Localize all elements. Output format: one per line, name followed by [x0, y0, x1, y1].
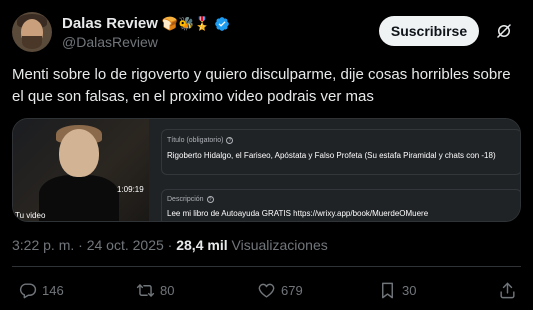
author-names: Dalas Review 🍞🐝🎖️ @DalasReview	[62, 14, 230, 50]
avatar[interactable]	[12, 12, 52, 52]
tweet-meta: 3:22 p. m. · 24 oct. 2025 · 28,4 mil Vis…	[12, 237, 328, 253]
video-details-panel: Título (obligatorio)? Rigoberto Hidalgo,…	[149, 119, 520, 221]
help-icon: ?	[226, 137, 234, 144]
like-count: 679	[281, 283, 303, 298]
tweet-date[interactable]: 24 oct. 2025	[87, 237, 164, 253]
author-handle[interactable]: @DalasReview	[62, 34, 230, 50]
share-button[interactable]	[498, 281, 517, 300]
title-field-label: Título (obligatorio)?	[167, 137, 234, 144]
bookmark-icon	[382, 282, 393, 299]
tweet-header: Dalas Review 🍞🐝🎖️ @DalasReview Suscribir…	[12, 12, 521, 54]
help-icon: ?	[206, 196, 214, 203]
reply-count: 146	[42, 283, 64, 298]
repost-button[interactable]: 80	[136, 281, 174, 300]
tweet-text: Menti sobre lo de rigoverto y quiero dis…	[12, 66, 511, 105]
views-count: 28,4 mil	[176, 237, 228, 253]
bookmark-count: 30	[402, 283, 417, 298]
description-field-value: Lee mi libro de Autoayuda GRATIS https:/…	[167, 209, 429, 218]
bookmark-button[interactable]: 30	[378, 281, 416, 300]
author-emojis: 🍞🐝🎖️	[161, 16, 211, 31]
views-label: Visualizaciones	[227, 237, 328, 253]
repost-count: 80	[160, 283, 175, 298]
share-icon	[500, 282, 515, 299]
action-bar: 146 80 679 30	[0, 279, 533, 303]
media-attachment[interactable]: 1:09:19 Tu video Título (obligatorio)? R…	[12, 118, 521, 222]
meta-separator: ·	[163, 237, 177, 253]
reply-icon	[19, 283, 37, 299]
grok-icon[interactable]	[495, 22, 513, 40]
tweet-time[interactable]: 3:22 p. m.	[12, 237, 74, 253]
divider	[12, 266, 521, 267]
like-button[interactable]: 679	[257, 281, 303, 300]
description-field-label: Descripción?	[167, 196, 214, 203]
meta-separator: ·	[74, 237, 87, 253]
video-thumbnail[interactable]: 1:09:19 Tu video	[13, 119, 149, 221]
reply-button[interactable]: 146	[18, 281, 64, 300]
verified-badge-icon	[215, 16, 230, 31]
thumbnail-label: Tu video	[15, 211, 46, 220]
author-display-name[interactable]: Dalas Review	[62, 15, 158, 32]
title-field-value: Rigoberto Hidalgo, el Fariseo, Apóstata …	[167, 151, 496, 160]
subscribe-button[interactable]: Suscribirse	[379, 16, 479, 46]
repost-icon	[136, 284, 155, 297]
video-duration: 1:09:19	[117, 185, 144, 194]
like-icon	[258, 283, 275, 298]
